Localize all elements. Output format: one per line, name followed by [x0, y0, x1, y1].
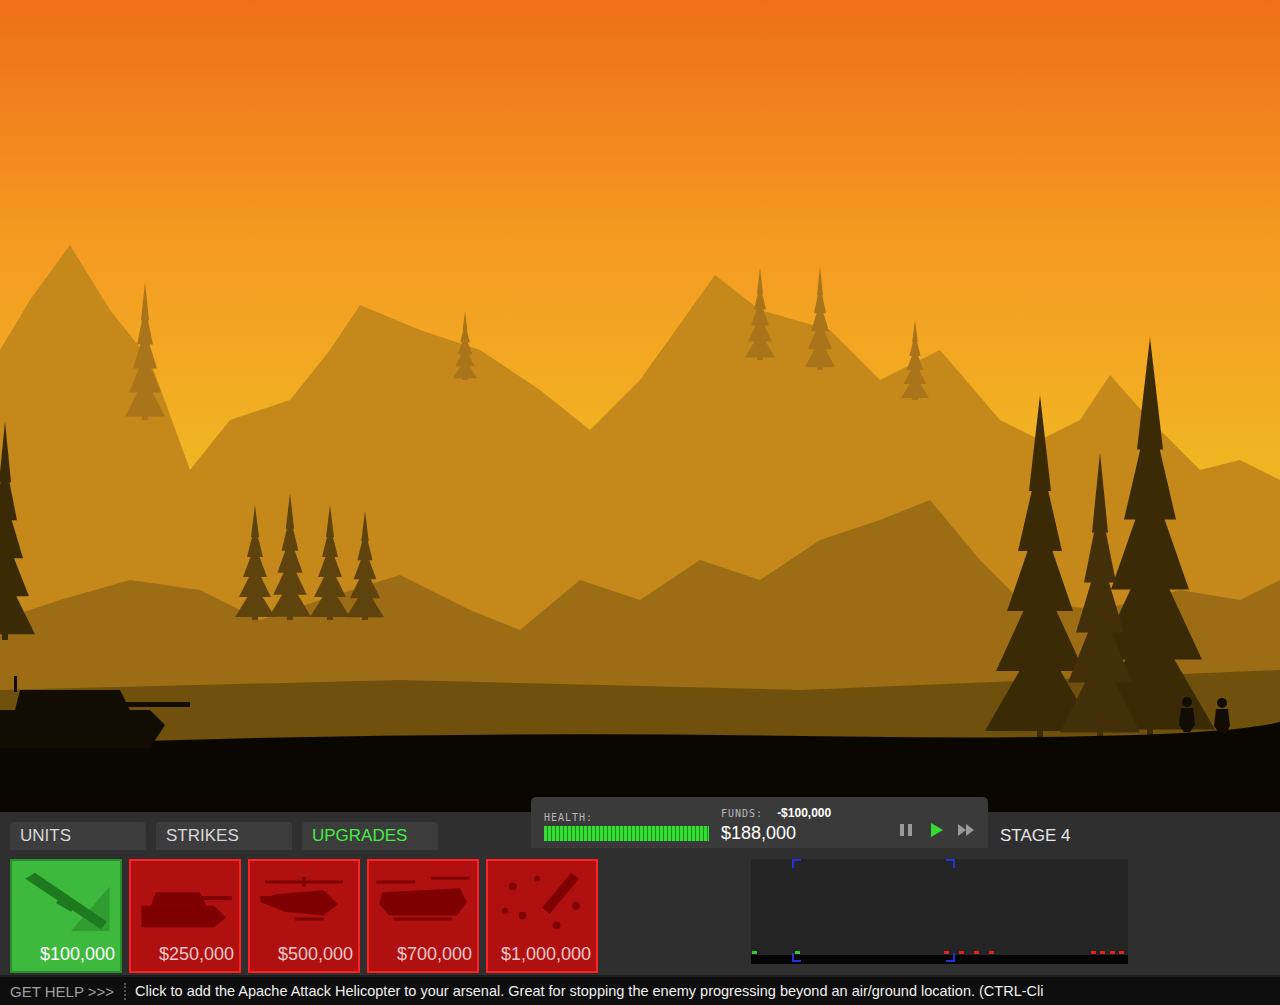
upgrade-cards: $100,000 $250,000 $500,000 $700,000 $1,000,0… [10, 859, 598, 973]
tree [985, 395, 1095, 740]
minimap-viewport[interactable] [792, 859, 954, 962]
cards-row: $100,000 $250,000 $500,000 $700,000 $1,000,0… [0, 856, 1280, 975]
health-label: HEALTH: [544, 812, 709, 823]
funds-value: $188,000 [721, 823, 831, 844]
health: HEALTH: [544, 812, 709, 844]
upgrade-card[interactable]: $700,000 [367, 859, 479, 973]
minimap-marker [1119, 951, 1124, 954]
chinook-icon [373, 867, 473, 935]
tank [0, 676, 190, 748]
tree [805, 267, 835, 371]
tank-icon [135, 867, 235, 935]
minimap[interactable] [751, 859, 1128, 964]
funds: FUNDS: -$100,000 $188,000 [721, 806, 831, 844]
tab[interactable]: STRIKES [156, 822, 292, 850]
minimap-marker [989, 951, 994, 954]
tree [901, 320, 929, 401]
tree [346, 511, 384, 620]
scene [0, 0, 1280, 812]
minimap-marker [959, 951, 964, 954]
stage-label: STAGE 4 [1000, 826, 1071, 846]
tree [453, 311, 477, 380]
tab[interactable]: UPGRADES [302, 822, 438, 850]
help-bar: GET HELP >>>Click to add the Apache Atta… [0, 975, 1280, 1005]
upgrade-card[interactable]: $1,000,000 [486, 859, 598, 973]
minimap-marker [974, 951, 979, 954]
airstrike-icon [492, 867, 592, 935]
status-panel: HEALTH: FUNDS: -$100,000 $188,000 [531, 797, 988, 848]
rocket-icon [16, 867, 116, 935]
upgrade-price: $500,000 [278, 944, 353, 965]
minimap-marker [1091, 951, 1096, 954]
fast-forward-button[interactable] [956, 821, 976, 839]
funds-change: -$100,000 [777, 806, 831, 820]
minimap-marker [795, 951, 800, 954]
upgrade-card[interactable]: $100,000 [10, 859, 122, 973]
tree [310, 505, 350, 620]
tree [125, 282, 165, 420]
upgrade-price: $700,000 [397, 944, 472, 965]
upgrade-price: $100,000 [40, 944, 115, 965]
minimap-marker [944, 951, 949, 954]
tree [269, 494, 311, 621]
get-help-button[interactable]: GET HELP >>> [0, 983, 126, 1000]
health-fill [544, 826, 709, 841]
minimap-marker [752, 951, 757, 954]
upgrade-price: $250,000 [159, 944, 234, 965]
minimap-marker [1100, 951, 1105, 954]
tree [0, 422, 35, 641]
minimap-marker [1110, 951, 1115, 954]
help-message: Click to add the Apache Attack Helicopte… [126, 983, 1043, 999]
game-screen: UNITS STRIKES UPGRADES HEALTH: FUNDS: -$100,0… [0, 0, 1280, 1005]
hud-top-row: UNITSSTRIKESUPGRADESHEALTH:FUNDS:-$100,0… [0, 812, 1280, 856]
game-controls [896, 821, 976, 844]
battlefield-scene [0, 0, 1280, 812]
tree [235, 505, 275, 620]
tab[interactable]: UNITS [10, 822, 146, 850]
hud: UNITSSTRIKESUPGRADESHEALTH:FUNDS:-$100,0… [0, 812, 1280, 1005]
tabs: UNITS STRIKES UPGRADES [10, 822, 438, 850]
tree [745, 268, 775, 360]
funds-label: FUNDS: [721, 808, 763, 819]
apache-icon [254, 867, 354, 935]
play-button[interactable] [926, 821, 946, 839]
tree [1060, 453, 1140, 741]
pause-icon [897, 822, 915, 838]
pause-button[interactable] [896, 821, 916, 839]
soldier [1179, 697, 1230, 733]
health-bar [544, 826, 709, 841]
upgrade-card[interactable]: $500,000 [248, 859, 360, 973]
upgrade-price: $1,000,000 [501, 944, 591, 965]
upgrade-card[interactable]: $250,000 [129, 859, 241, 973]
fast-forward-icon [957, 822, 975, 838]
play-icon [927, 822, 945, 838]
